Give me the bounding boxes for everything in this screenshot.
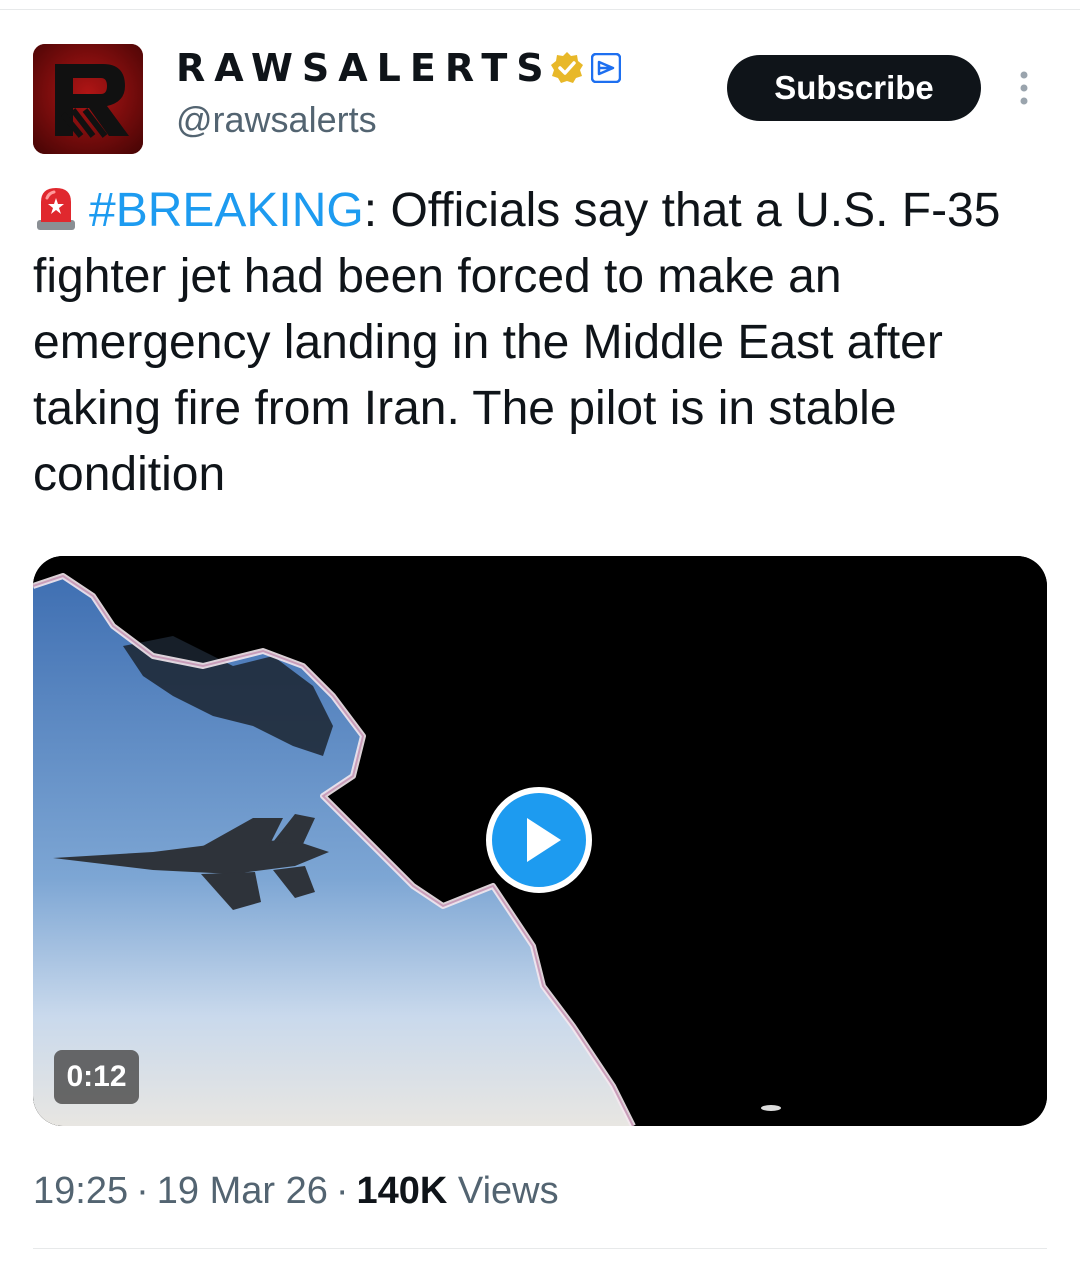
views-count: 140K [356, 1170, 448, 1212]
subscribe-button[interactable]: Subscribe [727, 55, 981, 121]
video-duration-badge: 0:12 [54, 1050, 139, 1104]
raws-logo-icon [33, 44, 143, 154]
display-name[interactable]: RAWSALERTS [176, 46, 553, 90]
tweet-meta: 19:25 · 19 Mar 26 · 140K Views [33, 1168, 559, 1214]
play-icon[interactable] [485, 786, 593, 894]
hashtag-link[interactable]: #BREAKING [89, 184, 364, 237]
tweet-text: #BREAKING: Officials say that a U.S. F-3… [33, 178, 1053, 508]
tweet-date[interactable]: 19 Mar 26 [157, 1170, 328, 1212]
separator: · [335, 1170, 349, 1212]
views-label: Views [457, 1170, 559, 1212]
gold-verified-badge-icon [550, 52, 583, 83]
video-player[interactable]: 0:12 [33, 556, 1047, 1126]
tweet-time[interactable]: 19:25 [33, 1170, 128, 1212]
more-vertical-icon[interactable] [1013, 70, 1035, 106]
account-handle[interactable]: @rawsalerts [176, 98, 377, 142]
separator: · [136, 1170, 149, 1212]
avatar[interactable] [33, 44, 143, 154]
top-divider [0, 9, 1080, 10]
bottom-divider [33, 1248, 1047, 1249]
affiliate-badge-icon [590, 53, 621, 83]
rotating-light-icon [37, 188, 75, 230]
